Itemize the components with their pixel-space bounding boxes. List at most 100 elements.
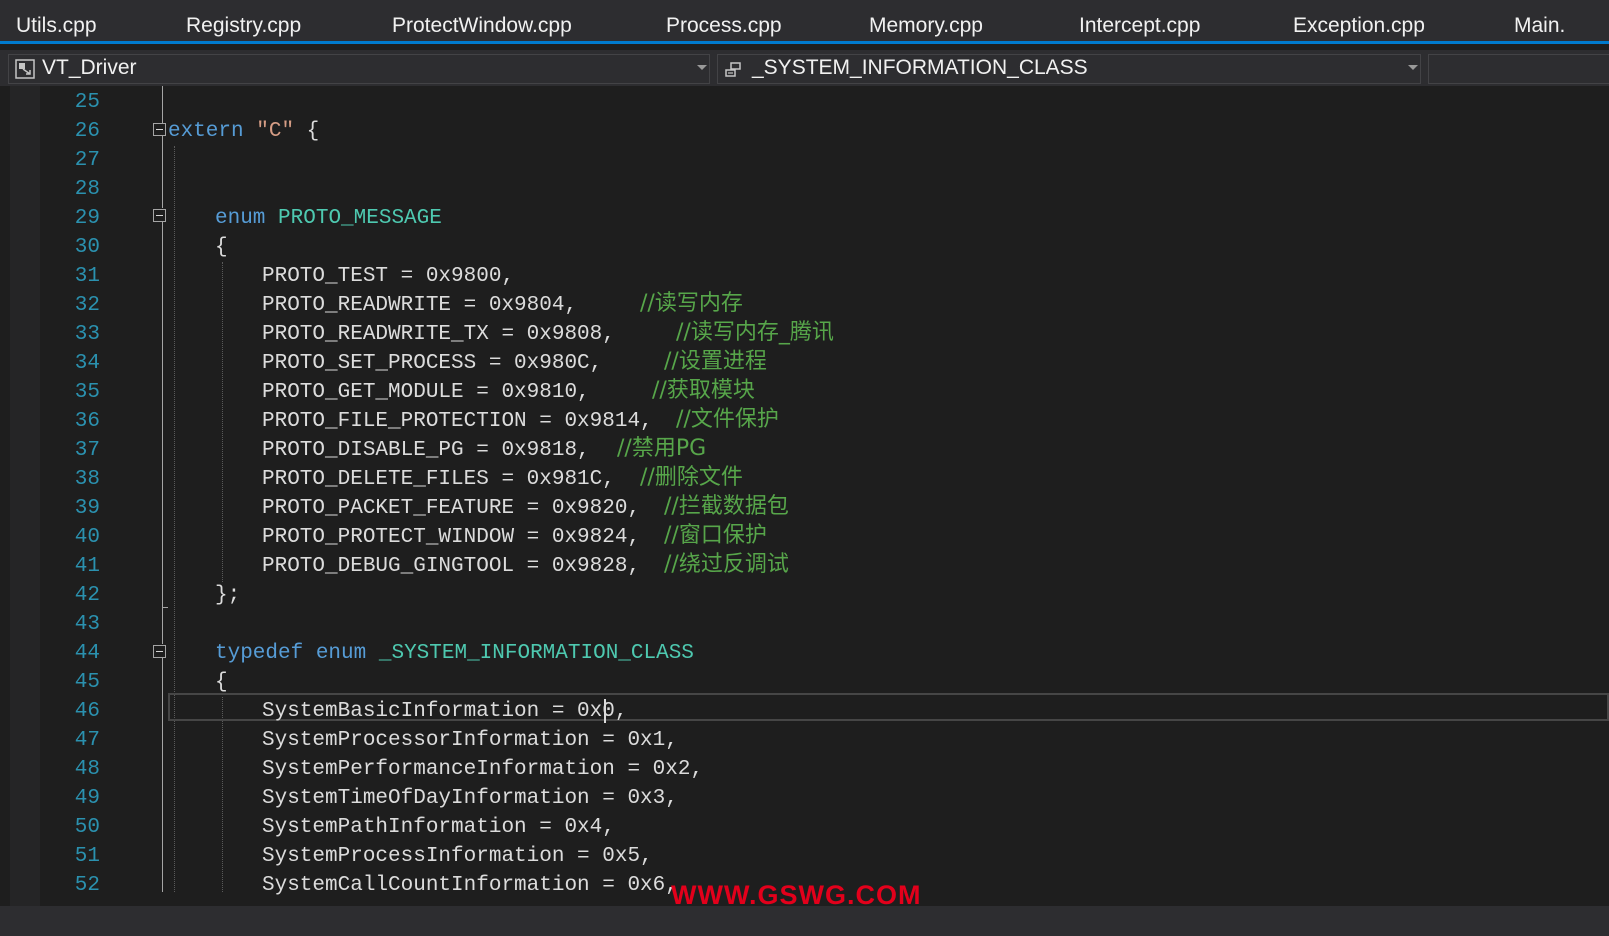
enum-name: PROTO_MESSAGE [278,207,442,230]
proto-entry-code: PROTO_PROTECT_WINDOW = 0x9824, [262,526,641,549]
line-number: 45 [74,671,100,694]
line-number: 28 [74,178,100,201]
enum-close-brace: }; [215,584,241,607]
proto-entry-code: PROTO_DISABLE_PG = 0x9818, [262,439,590,462]
sys-entry: SystemProcessorInformation = 0x1, [262,729,678,752]
code-line: enum PROTO_MESSAGE [215,204,442,233]
member-name: _SYSTEM_INFORMATION_CLASS [752,56,1088,79]
line-number: 30 [74,236,100,259]
line-number: 50 [74,816,100,839]
proto-entry-code: PROTO_TEST = 0x9800, [262,265,515,288]
keyword-enum: enum [315,642,367,665]
indicator-margin [10,86,40,936]
tab-utils-cpp[interactable]: Utils.cpp [16,14,97,38]
line-number: 42 [74,584,100,607]
enum-open-brace: { [215,236,228,259]
code-line: typedef enum _SYSTEM_INFORMATION_CLASS [215,639,694,668]
line-number: 39 [74,497,100,520]
sys-entry: SystemProcessInformation = 0x5, [262,845,653,868]
line-number: 32 [74,294,100,317]
line-number: 48 [74,758,100,781]
code-line: extern "C" { [168,117,319,146]
proto-entry-code: PROTO_SET_PROCESS = 0x980C, [262,352,603,375]
watermark: WWW.GSWG.COM [671,880,922,910]
code-editor[interactable]: 25 26 27 28 29 30 31 32 33 34 35 36 37 3… [0,86,1609,936]
proto-entry-comment: //读写内存_腾讯 [676,320,834,345]
proto-entry-comment: //读写内存 [640,291,743,316]
tab-intercept-cpp[interactable]: Intercept.cpp [1079,14,1200,38]
third-dropdown[interactable] [1428,54,1609,84]
proto-entry-comment: //窗口保护 [664,523,767,548]
line-number: 31 [74,265,100,288]
collapse-icon[interactable] [153,645,166,658]
proto-entry-comment: //禁用PG [617,436,707,461]
line-number: 38 [74,468,100,491]
line-number: 29 [74,207,100,230]
proto-entry-code: PROTO_DEBUG_GINGTOOL = 0x9828, [262,555,641,578]
proto-entry-comment: //文件保护 [676,407,779,432]
keyword-extern: extern [168,120,244,143]
tab-exception-cpp[interactable]: Exception.cpp [1293,14,1425,38]
typedef-open-brace: { [215,671,228,694]
keyword-typedef: typedef [215,642,304,665]
proto-entry-comment: //设置进程 [664,349,767,374]
sys-entry: SystemTimeOfDayInformation = 0x3, [262,787,678,810]
keyword-enum: enum [215,207,266,230]
tab-main-cpp[interactable]: Main. [1514,14,1565,38]
tab-registry-cpp[interactable]: Registry.cpp [186,14,301,38]
extern-open-brace: { [306,120,320,143]
fold-outline [162,86,163,123]
indent-guide [174,146,175,892]
member-dropdown[interactable]: _SYSTEM_INFORMATION_CLASS [717,54,1421,84]
navigation-bar: VT_Driver _SYSTEM_INFORMATION_CLASS [0,50,1609,87]
fold-outline [162,136,163,208]
file-tab-bar: Utils.cpp Registry.cpp ProtectWindow.cpp… [0,0,1609,44]
line-number: 52 [74,874,100,897]
line-number: 40 [74,526,100,549]
fold-end-tick [162,607,168,608]
proto-entry-code: PROTO_DELETE_FILES = 0x981C, [262,468,615,491]
proto-entry-comment: //绕过反调试 [664,552,789,577]
proto-entry-code: PROTO_READWRITE_TX = 0x9808, [262,323,615,346]
line-number: 27 [74,149,100,172]
fold-outline [162,658,163,892]
line-number: 43 [74,613,100,636]
line-number: 35 [74,381,100,404]
line-number: 25 [74,91,100,114]
line-number: 41 [74,555,100,578]
line-number: 26 [74,120,100,143]
line-number: 36 [74,410,100,433]
tab-memory-cpp[interactable]: Memory.cpp [869,14,983,38]
collapse-icon[interactable] [153,209,166,222]
string-c: "C" [256,120,295,143]
sys-entry: SystemPerformanceInformation = 0x2, [262,758,704,781]
line-number: 34 [74,352,100,375]
proto-entry-code: PROTO_PACKET_FEATURE = 0x9820, [262,497,641,520]
proto-entry-comment: //拦截数据包 [664,494,789,519]
chevron-down-icon [697,65,707,70]
project-icon [15,59,35,79]
line-number: 51 [74,845,100,868]
line-number: 49 [74,787,100,810]
enum-member-icon [725,62,741,77]
tab-process-cpp[interactable]: Process.cpp [666,14,782,38]
indent-guide [222,262,223,582]
project-dropdown[interactable]: VT_Driver [8,54,710,84]
collapse-icon[interactable] [153,123,166,136]
line-number: 47 [74,729,100,752]
proto-entry-code: PROTO_GET_MODULE = 0x9810, [262,381,590,404]
gutter-edge [0,86,10,936]
sys-entry: SystemCallCountInformation = 0x6, [262,874,678,897]
tab-protectwindow-cpp[interactable]: ProtectWindow.cpp [392,14,572,38]
chevron-down-icon [1408,65,1418,70]
project-name: VT_Driver [42,56,137,79]
line-number: 37 [74,439,100,462]
sys-entry: SystemPathInformation = 0x4, [262,816,615,839]
text-caret [604,699,606,723]
line-number: 44 [74,642,100,665]
proto-entry-comment: //删除文件 [640,465,743,490]
typedef-enum-name: _SYSTEM_INFORMATION_CLASS [378,642,694,665]
proto-entry-comment: //获取模块 [652,378,755,403]
sys-entry: SystemBasicInformation = 0x0, [262,700,628,723]
line-number: 33 [74,323,100,346]
